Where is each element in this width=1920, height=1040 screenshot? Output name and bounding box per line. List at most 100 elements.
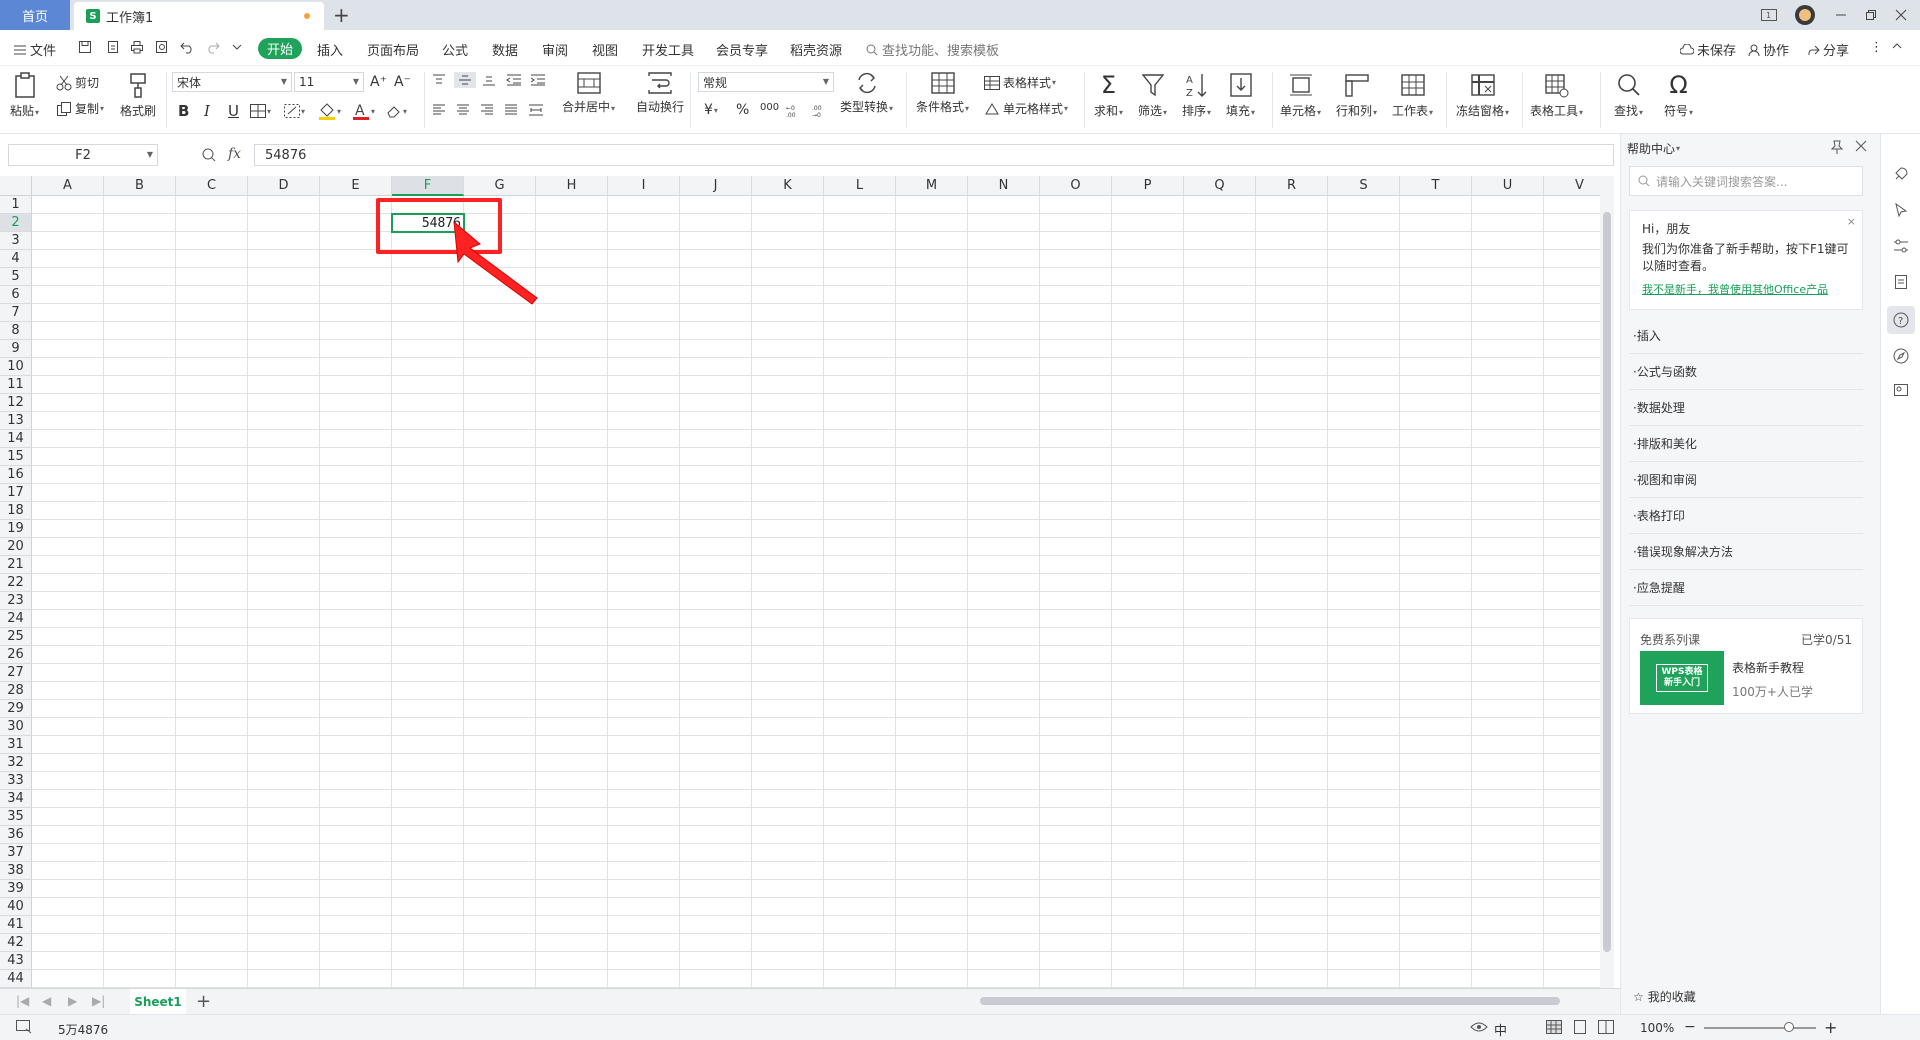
- menu-tab-page-layout[interactable]: 页面布局: [367, 40, 419, 59]
- row-header[interactable]: 43: [0, 952, 32, 970]
- font-size-select[interactable]: 11 ▼: [294, 72, 364, 92]
- row-header[interactable]: 4: [0, 250, 32, 268]
- zoom-slider[interactable]: [1704, 1022, 1816, 1032]
- row-header[interactable]: 11: [0, 376, 32, 394]
- column-header-q[interactable]: Q: [1184, 176, 1256, 196]
- cut-button[interactable]: 剪切: [56, 74, 99, 91]
- column-header-m[interactable]: M: [896, 176, 968, 196]
- spreadsheet-grid[interactable]: ABCDEFGHIJKLMNOPQRSTUV 1 2 3 4 5 6 7 8 9 10 11 12 13…: [0, 176, 1600, 988]
- zoom-slider-handle[interactable]: [1784, 1022, 1794, 1032]
- menu-tab-review[interactable]: 审阅: [542, 40, 568, 59]
- column-header-l[interactable]: L: [824, 176, 896, 196]
- add-sheet-button[interactable]: +: [196, 991, 211, 1012]
- row-header[interactable]: 30: [0, 718, 32, 736]
- help-topic-item[interactable]: · 排版和美化: [1629, 426, 1863, 462]
- row-header[interactable]: 26: [0, 646, 32, 664]
- thousands-button[interactable]: 000: [760, 102, 779, 113]
- row-header[interactable]: 13: [0, 412, 32, 430]
- border-button[interactable]: ▾: [250, 104, 271, 118]
- row-header[interactable]: 32: [0, 754, 32, 772]
- eye-protection-icon[interactable]: [1470, 1020, 1488, 1034]
- file-menu[interactable]: 文件: [14, 40, 56, 59]
- cell-fill-style-button[interactable]: ▾: [284, 104, 305, 118]
- find-button[interactable]: 查找▾: [1614, 72, 1643, 119]
- close-icon[interactable]: [1886, 9, 1916, 21]
- home-tab[interactable]: 首页: [0, 0, 70, 30]
- column-header-i[interactable]: I: [608, 176, 680, 196]
- row-header[interactable]: 6: [0, 286, 32, 304]
- row-header[interactable]: 21: [0, 556, 32, 574]
- row-header[interactable]: 22: [0, 574, 32, 592]
- clear-button[interactable]: ▾: [386, 104, 407, 118]
- new-tab-button[interactable]: +: [333, 3, 350, 27]
- align-bottom-button[interactable]: [482, 74, 496, 86]
- help-topic-item[interactable]: · 表格打印: [1629, 498, 1863, 534]
- page-break-view-icon[interactable]: [1598, 1020, 1614, 1034]
- row-header[interactable]: 33: [0, 772, 32, 790]
- worksheet-button[interactable]: 工作表▾: [1392, 72, 1433, 119]
- column-header-j[interactable]: J: [680, 176, 752, 196]
- select-all-corner[interactable]: [0, 176, 32, 196]
- help-topic-item[interactable]: · 公式与函数: [1629, 354, 1863, 390]
- layout-icon[interactable]: 1: [1758, 9, 1780, 21]
- align-top-button[interactable]: [432, 74, 446, 86]
- row-header[interactable]: 40: [0, 898, 32, 916]
- feature-search[interactable]: 查找功能、搜索模板: [866, 40, 999, 59]
- column-header-t[interactable]: T: [1400, 176, 1472, 196]
- row-header[interactable]: 18: [0, 502, 32, 520]
- row-header[interactable]: 39: [0, 880, 32, 898]
- column-header-s[interactable]: S: [1328, 176, 1400, 196]
- print-icon[interactable]: [130, 40, 144, 54]
- row-header[interactable]: 15: [0, 448, 32, 466]
- zoom-formula-icon[interactable]: [202, 148, 216, 162]
- share-button[interactable]: 分享: [1808, 40, 1849, 59]
- last-sheet-icon[interactable]: ▶|: [92, 994, 105, 1008]
- paste-button[interactable]: 粘贴▾: [10, 72, 39, 119]
- help-topic-item[interactable]: · 数据处理: [1629, 390, 1863, 426]
- row-header[interactable]: 9: [0, 340, 32, 358]
- cell-area[interactable]: [32, 196, 1600, 988]
- percent-button[interactable]: %: [736, 102, 749, 118]
- decrease-decimal-button[interactable]: .00 →0: [812, 104, 830, 118]
- column-header-c[interactable]: C: [176, 176, 248, 196]
- font-name-select[interactable]: 宋体 ▼: [172, 72, 292, 92]
- settings-sliders-icon[interactable]: [1891, 236, 1911, 256]
- row-header[interactable]: 1: [0, 196, 32, 214]
- help-topic-item[interactable]: · 视图和审阅: [1629, 462, 1863, 498]
- pin-icon[interactable]: [1831, 140, 1843, 154]
- normal-view-icon[interactable]: [1546, 1020, 1562, 1034]
- zoom-out-button[interactable]: −: [1684, 1019, 1696, 1035]
- row-header[interactable]: 12: [0, 394, 32, 412]
- number-format-select[interactable]: 常规 ▼: [698, 72, 834, 92]
- row-header[interactable]: 7: [0, 304, 32, 322]
- image-tools-icon[interactable]: [1891, 380, 1911, 400]
- row-header[interactable]: 10: [0, 358, 32, 376]
- cursor-icon[interactable]: [1891, 200, 1911, 220]
- row-header[interactable]: 34: [0, 790, 32, 808]
- justify-button[interactable]: [504, 104, 518, 116]
- row-header[interactable]: 42: [0, 934, 32, 952]
- row-header[interactable]: 37: [0, 844, 32, 862]
- zoom-in-button[interactable]: +: [1824, 1018, 1837, 1037]
- filter-button[interactable]: 筛选▾: [1138, 72, 1167, 119]
- merge-center-button[interactable]: 合并居中▾: [562, 72, 615, 115]
- name-box[interactable]: F2 ▼: [8, 144, 158, 166]
- collapse-ribbon-icon[interactable]: [1892, 42, 1902, 50]
- rocket-icon[interactable]: [1891, 164, 1911, 184]
- export-pdf-icon[interactable]: [106, 40, 120, 54]
- row-header[interactable]: 29: [0, 700, 32, 718]
- restore-icon[interactable]: [1856, 9, 1886, 21]
- row-header[interactable]: 31: [0, 736, 32, 754]
- row-header[interactable]: 36: [0, 826, 32, 844]
- underline-button[interactable]: U: [228, 102, 239, 120]
- column-header-r[interactable]: R: [1256, 176, 1328, 196]
- align-right-button[interactable]: [480, 104, 494, 116]
- row-header[interactable]: 19: [0, 520, 32, 538]
- column-header-o[interactable]: O: [1040, 176, 1112, 196]
- row-header[interactable]: 8: [0, 322, 32, 340]
- menu-tab-resources[interactable]: 稻壳资源: [790, 40, 842, 59]
- row-header[interactable]: 24: [0, 610, 32, 628]
- cell-style-button[interactable]: 单元格样式 ▾: [984, 100, 1068, 117]
- vertical-scroll-thumb[interactable]: [1603, 212, 1611, 952]
- increase-decimal-button[interactable]: ←0.00: [786, 104, 804, 118]
